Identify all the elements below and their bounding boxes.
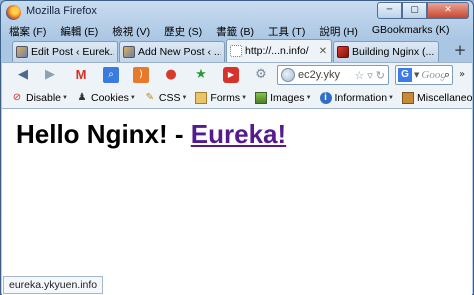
tab-label: Add New Post ‹ ... <box>138 46 221 58</box>
title-bar: Mozilla Firefox ─ ▢ ✕ <box>1 1 473 23</box>
devbar-forms[interactable]: Forms ▼ <box>195 91 247 104</box>
cookies-icon: ♟ <box>77 91 87 103</box>
tab-close-icon[interactable]: ✕ <box>318 46 328 57</box>
devbar-cookies[interactable]: ♟ Cookies ▼ <box>76 92 136 104</box>
tab-label: http://...n.info/ <box>245 45 309 57</box>
miscellaneous-icon <box>402 91 414 104</box>
heading-text: Hello Nginx! - <box>16 119 191 149</box>
menu-tools[interactable]: 工具 (T) <box>261 23 312 38</box>
devbar-label: Images <box>270 91 305 104</box>
devbar-label: CSS <box>158 91 181 104</box>
status-bar: eureka.ykyuen.info <box>3 276 104 294</box>
menu-help[interactable]: 說明 (H) <box>312 23 365 38</box>
devbar-label: Forms <box>210 91 241 104</box>
navigation-toolbar: ◀ ▶ M ⌕ ) ● ★ ▶ ⚙ ec2y.yky ☆ ▿ ↻ G ▼ Goo… <box>2 62 472 87</box>
firefox-logo-icon <box>6 5 21 20</box>
window-controls: ─ ▢ ✕ <box>377 2 469 19</box>
search-bar[interactable]: G ▼ Google ⌕ <box>395 65 453 85</box>
menu-file[interactable]: 檔案 (F) <box>2 23 53 38</box>
minimize-button[interactable]: ─ <box>377 2 402 19</box>
page-heading: Hello Nginx! - Eureka! <box>16 119 286 150</box>
menu-bar: 檔案 (F) 編輯 (E) 檢視 (V) 歷史 (S) 書籤 (B) 工具 (T… <box>2 23 472 38</box>
devbar-miscellaneous[interactable]: Miscellaneous▼ <box>402 91 472 104</box>
site-favicon-icon <box>337 46 349 58</box>
forward-arrow-icon[interactable]: ▶ <box>42 67 58 83</box>
rss-feed-icon[interactable]: ) <box>133 67 149 83</box>
tab-active-page[interactable]: http://...n.info/ ✕ <box>226 39 332 62</box>
site-favicon-icon <box>123 46 135 58</box>
window-title: Mozilla Firefox <box>26 5 97 17</box>
url-dropdown-icon[interactable]: ▿ <box>367 69 373 82</box>
gmail-icon[interactable]: M <box>73 67 89 83</box>
close-window-button[interactable]: ✕ <box>427 2 469 19</box>
devbar-information[interactable]: i Information ▼ <box>319 91 394 104</box>
devbar-label: Information <box>334 91 388 104</box>
eureka-link[interactable]: Eureka! <box>191 119 286 149</box>
new-tab-button[interactable]: + <box>452 42 468 60</box>
bookmark-star-icon[interactable]: ★ <box>193 67 209 83</box>
search-input[interactable]: Google <box>421 69 443 81</box>
tab-label: Edit Post ‹ Eurek... <box>31 46 114 58</box>
devbar-label: Disable <box>26 91 62 104</box>
site-identity-icon <box>281 68 295 82</box>
menu-gbookmarks[interactable]: GBookmarks (K) <box>365 23 457 38</box>
tab-strip: Edit Post ‹ Eurek... Add New Post ‹ ... … <box>2 39 472 62</box>
firefox-window: Mozilla Firefox ─ ▢ ✕ 檔案 (F) 編輯 (E) 檢視 (… <box>0 0 474 295</box>
menu-history[interactable]: 歷史 (S) <box>157 23 209 38</box>
devbar-disable[interactable]: ⊘ Disable ▼ <box>11 92 68 104</box>
tab-add-new-post[interactable]: Add New Post ‹ ... <box>119 41 225 62</box>
url-input[interactable]: ec2y.yky <box>298 69 354 81</box>
menu-bookmarks[interactable]: 書籤 (B) <box>209 23 261 38</box>
forms-icon <box>195 91 208 104</box>
menu-edit[interactable]: 編輯 (E) <box>53 23 105 38</box>
page-content: Hello Nginx! - Eureka! eureka.ykyuen.inf… <box>2 109 472 295</box>
menu-view[interactable]: 檢視 (V) <box>105 23 157 38</box>
web-developer-toolbar: ⊘ Disable ▼ ♟ Cookies ▼ ✎ CSS ▼ Forms ▼ Imag… <box>2 87 472 109</box>
reload-icon[interactable]: ↻ <box>376 69 385 82</box>
maximize-button[interactable]: ▢ <box>402 2 427 19</box>
disable-icon: ⊘ <box>12 91 22 103</box>
tab-label: Building Nginx (... <box>352 46 435 58</box>
google-search-icon[interactable]: ⌕ <box>103 67 119 83</box>
devbar-css[interactable]: ✎ CSS ▼ <box>144 92 188 104</box>
back-arrow-icon[interactable]: ◀ <box>15 67 31 83</box>
settings-gear-icon[interactable]: ⚙ <box>253 67 269 83</box>
engine-dropdown-icon[interactable]: ▼ <box>414 71 419 79</box>
youtube-icon[interactable]: ▶ <box>223 67 239 83</box>
blank-page-icon <box>230 45 242 57</box>
search-engine-icon[interactable]: G <box>398 68 412 82</box>
tab-edit-post[interactable]: Edit Post ‹ Eurek... <box>12 41 118 62</box>
information-icon: i <box>319 91 332 104</box>
search-magnifier-icon[interactable]: ⌕ <box>444 68 450 82</box>
css-icon: ✎ <box>145 91 155 103</box>
images-icon <box>255 91 268 104</box>
bookmark-star-outline-icon[interactable]: ☆ <box>354 69 364 82</box>
map-pin-icon[interactable]: ● <box>163 67 179 83</box>
devbar-images[interactable]: Images ▼ <box>255 91 312 104</box>
address-bar[interactable]: ec2y.yky ☆ ▿ ↻ <box>277 65 389 85</box>
devbar-label: Miscellaneous <box>417 91 472 104</box>
devbar-label: Cookies <box>90 91 129 104</box>
tab-building-nginx[interactable]: Building Nginx (... <box>333 41 439 62</box>
toolbar-overflow-icon[interactable]: » <box>459 69 465 80</box>
site-favicon-icon <box>16 46 28 58</box>
